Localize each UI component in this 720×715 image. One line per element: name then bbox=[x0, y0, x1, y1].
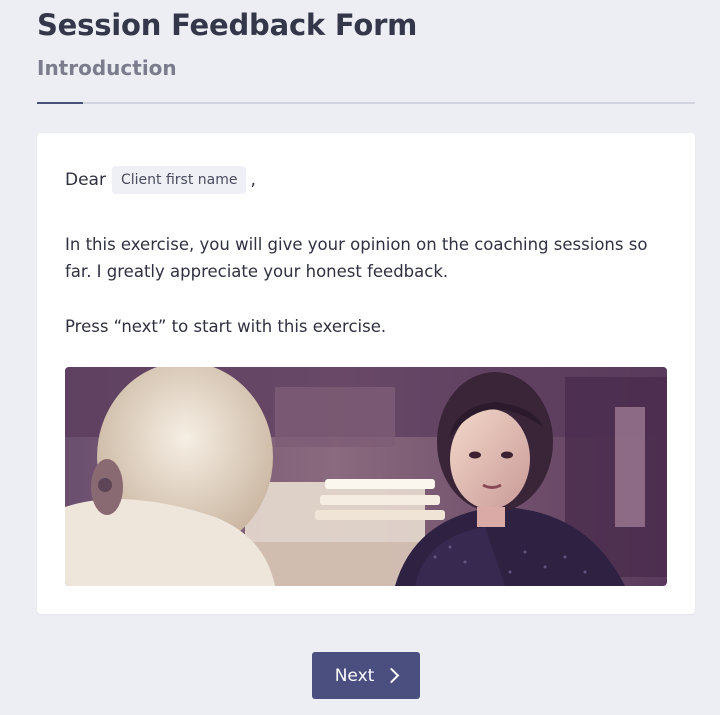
next-button-label: Next bbox=[334, 665, 375, 686]
next-button[interactable]: Next bbox=[312, 652, 420, 699]
section-divider bbox=[37, 102, 695, 104]
instruction-paragraph: Press “next” to start with this exercise… bbox=[65, 317, 387, 336]
content-card: Dear Client first name , In this exercis… bbox=[37, 133, 695, 614]
section-title: Introduction bbox=[37, 56, 177, 80]
page-title: Session Feedback Form bbox=[37, 8, 418, 42]
section-divider-accent bbox=[37, 102, 83, 104]
coaching-session-image bbox=[65, 367, 667, 586]
client-name-placeholder: Client first name bbox=[111, 166, 247, 194]
intro-paragraph: In this exercise, you will give your opi… bbox=[65, 235, 648, 281]
chevron-right-icon bbox=[384, 667, 400, 684]
greeting-suffix: , bbox=[250, 170, 256, 190]
greeting-line: Dear Client first name , bbox=[65, 166, 256, 194]
coaching-session-illustration bbox=[65, 367, 667, 586]
greeting-prefix: Dear bbox=[65, 170, 106, 190]
